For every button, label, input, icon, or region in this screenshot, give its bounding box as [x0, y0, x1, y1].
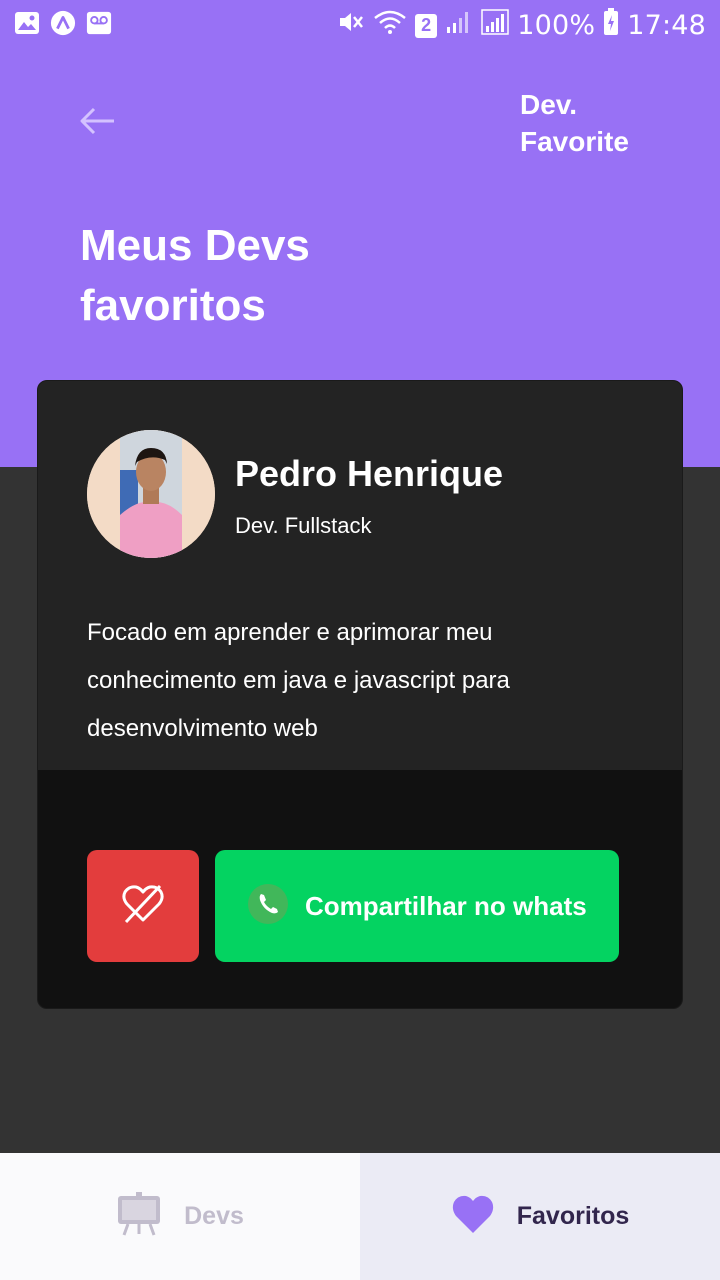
signal-icon: [481, 9, 509, 42]
tab-favoritos[interactable]: Favoritos: [360, 1153, 720, 1280]
clock: 17:48: [627, 10, 706, 41]
whatsapp-share-button[interactable]: Compartilhar no whats: [215, 850, 619, 962]
tab-devs[interactable]: Devs: [0, 1153, 360, 1280]
avatar: [87, 430, 215, 558]
voicemail-icon: [86, 10, 112, 36]
dev-name: Pedro Henrique: [235, 453, 504, 494]
unfavorite-button[interactable]: [87, 850, 199, 962]
bottom-tab-bar: Devs Favoritos: [0, 1153, 720, 1280]
heart-icon: [451, 1194, 495, 1239]
back-button[interactable]: [78, 104, 118, 138]
easel-icon: [116, 1192, 162, 1241]
sim-badge: 2: [415, 13, 438, 38]
dev-bio: Focado em aprender e aprimorar meu conhe…: [87, 619, 510, 742]
tab-favoritos-label: Favoritos: [516, 1202, 630, 1230]
tab-devs-label: Devs: [184, 1202, 244, 1230]
brand-logo-text: Dev. Favorite: [520, 89, 629, 157]
battery-percent: 100%: [517, 10, 596, 41]
dev-role: Dev. Fullstack: [235, 513, 372, 538]
heart-off-icon: [121, 884, 165, 929]
battery-charging-icon: [603, 8, 619, 43]
signal-icon: [445, 9, 473, 42]
page-title: Meus Devs favoritos: [80, 221, 310, 330]
image-icon: [14, 10, 40, 36]
app-a-icon: [50, 10, 76, 36]
arrow-left-icon: [78, 107, 118, 142]
mute-icon: [337, 9, 365, 42]
whatsapp-icon: [247, 883, 289, 930]
card-footer: Compartilhar no whats: [38, 770, 682, 1008]
whatsapp-share-label: Compartilhar no whats: [305, 890, 587, 921]
wifi-icon: [373, 9, 407, 42]
status-bar: 2 100% 17:48: [0, 0, 720, 50]
dev-card: Pedro Henrique Dev. Fullstack Focado em …: [37, 380, 683, 1009]
